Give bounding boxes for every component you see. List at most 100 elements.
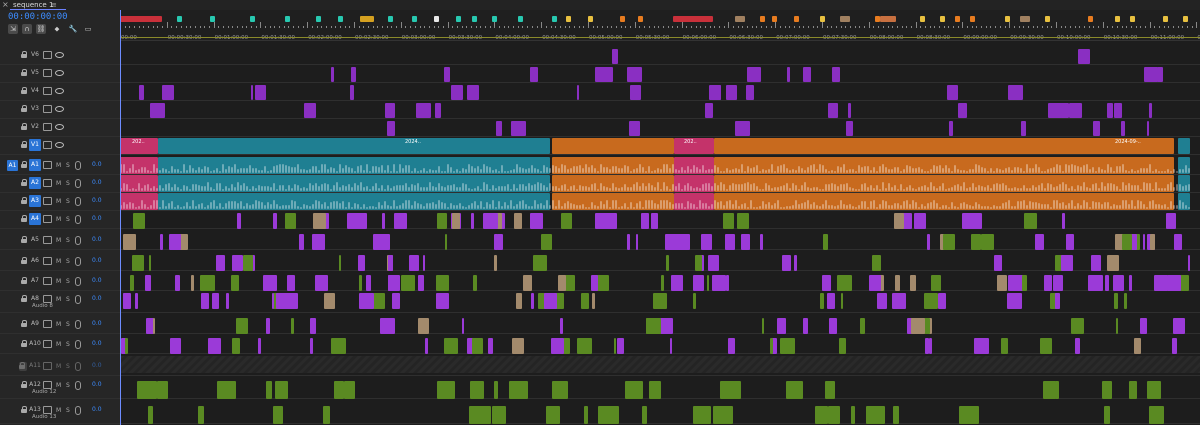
track-name[interactable]: A1	[29, 159, 41, 171]
waveform-sample[interactable]	[360, 182, 362, 191]
sequence-marker[interactable]	[920, 16, 925, 22]
waveform-sample[interactable]	[771, 164, 773, 173]
audio-clip[interactable]	[445, 234, 447, 250]
waveform-sample[interactable]	[132, 188, 134, 191]
audio-clip[interactable]	[170, 338, 181, 354]
video-clip[interactable]	[1078, 49, 1090, 64]
waveform-sample[interactable]	[756, 207, 758, 209]
eye-icon[interactable]	[55, 70, 64, 76]
waveform-sample[interactable]	[762, 189, 764, 191]
waveform-sample[interactable]	[531, 185, 533, 191]
video-clip[interactable]	[158, 138, 550, 154]
waveform-sample[interactable]	[471, 166, 473, 173]
audio-clip[interactable]	[359, 275, 362, 291]
audio-clip[interactable]	[976, 338, 978, 354]
waveform-sample[interactable]	[348, 184, 350, 191]
waveform-sample[interactable]	[468, 188, 470, 191]
audio-clip[interactable]	[981, 234, 994, 250]
waveform-sample[interactable]	[843, 204, 845, 209]
sequence-marker[interactable]	[518, 16, 523, 22]
waveform-sample[interactable]	[843, 184, 845, 191]
waveform-sample[interactable]	[525, 204, 527, 209]
waveform-sample[interactable]	[489, 204, 491, 209]
add-marker-icon[interactable]: ⬥	[52, 24, 62, 34]
waveform-sample[interactable]	[288, 166, 290, 173]
waveform-sample[interactable]	[861, 167, 863, 173]
waveform-sample[interactable]	[594, 183, 596, 191]
waveform-sample[interactable]	[150, 188, 152, 191]
waveform-sample[interactable]	[609, 169, 611, 173]
waveform-sample[interactable]	[900, 171, 902, 173]
waveform-sample[interactable]	[426, 171, 428, 173]
waveform-sample[interactable]	[1065, 164, 1067, 173]
waveform-sample[interactable]	[576, 205, 578, 209]
waveform-sample[interactable]	[339, 164, 341, 173]
waveform-sample[interactable]	[777, 187, 779, 191]
waveform-sample[interactable]	[204, 186, 206, 191]
sync-lock-icon[interactable]	[43, 51, 52, 59]
waveform-sample[interactable]	[966, 171, 968, 173]
waveform-sample[interactable]	[1125, 170, 1127, 173]
waveform-sample[interactable]	[528, 183, 530, 191]
waveform-sample[interactable]	[606, 187, 608, 191]
waveform-sample[interactable]	[573, 185, 575, 191]
audio-clip[interactable]	[959, 406, 979, 424]
waveform-sample[interactable]	[255, 200, 257, 209]
waveform-sample[interactable]	[783, 164, 785, 173]
waveform-sample[interactable]	[1167, 169, 1169, 173]
track-volume[interactable]: 0.0	[92, 257, 102, 264]
video-clip[interactable]	[828, 103, 838, 118]
sync-lock-icon[interactable]	[43, 277, 52, 285]
waveform-sample[interactable]	[1101, 169, 1103, 173]
video-clip[interactable]	[387, 121, 395, 136]
waveform-sample[interactable]	[597, 206, 599, 209]
waveform-sample[interactable]	[723, 171, 725, 173]
audio-clip[interactable]	[927, 234, 930, 250]
waveform-sample[interactable]	[696, 187, 698, 191]
waveform-sample[interactable]	[666, 200, 668, 209]
waveform-sample[interactable]	[669, 168, 671, 173]
audio-clip[interactable]	[530, 213, 543, 229]
mute-button[interactable]: M	[56, 162, 61, 169]
waveform-sample[interactable]	[855, 171, 857, 173]
waveform-sample[interactable]	[447, 185, 449, 191]
waveform-sample[interactable]	[426, 203, 428, 209]
waveform-sample[interactable]	[609, 207, 611, 209]
waveform-sample[interactable]	[621, 206, 623, 209]
playhead-line[interactable]	[120, 10, 121, 425]
waveform-sample[interactable]	[684, 207, 686, 209]
waveform-sample[interactable]	[813, 164, 815, 173]
waveform-sample[interactable]	[342, 185, 344, 191]
waveform-sample[interactable]	[276, 204, 278, 209]
video-clip[interactable]	[1144, 67, 1158, 82]
audio-clip[interactable]	[1147, 381, 1161, 399]
waveform-sample[interactable]	[717, 202, 719, 209]
lock-icon[interactable]	[21, 215, 27, 222]
waveform-sample[interactable]	[849, 169, 851, 173]
waveform-sample[interactable]	[810, 165, 812, 173]
audio-clip[interactable]	[931, 275, 941, 291]
waveform-sample[interactable]	[705, 183, 707, 191]
eye-icon[interactable]	[55, 52, 64, 58]
waveform-sample[interactable]	[1182, 202, 1184, 209]
waveform-sample[interactable]	[948, 168, 950, 173]
waveform-sample[interactable]	[1092, 167, 1094, 173]
waveform-sample[interactable]	[1050, 207, 1052, 209]
waveform-sample[interactable]	[912, 188, 914, 191]
waveform-sample[interactable]	[789, 206, 791, 209]
waveform-sample[interactable]	[465, 169, 467, 173]
waveform-sample[interactable]	[762, 169, 764, 173]
waveform-sample[interactable]	[888, 205, 890, 209]
waveform-sample[interactable]	[1119, 166, 1121, 173]
waveform-sample[interactable]	[864, 183, 866, 191]
waveform-sample[interactable]	[1068, 203, 1070, 209]
video-clip[interactable]	[787, 67, 790, 82]
audio-clip[interactable]	[208, 338, 221, 354]
waveform-sample[interactable]	[633, 184, 635, 191]
waveform-sample[interactable]	[447, 207, 449, 209]
waveform-sample[interactable]	[555, 166, 557, 173]
sequence-marker[interactable]	[316, 16, 321, 22]
waveform-sample[interactable]	[186, 202, 188, 209]
waveform-sample[interactable]	[474, 168, 476, 173]
waveform-sample[interactable]	[282, 205, 284, 209]
